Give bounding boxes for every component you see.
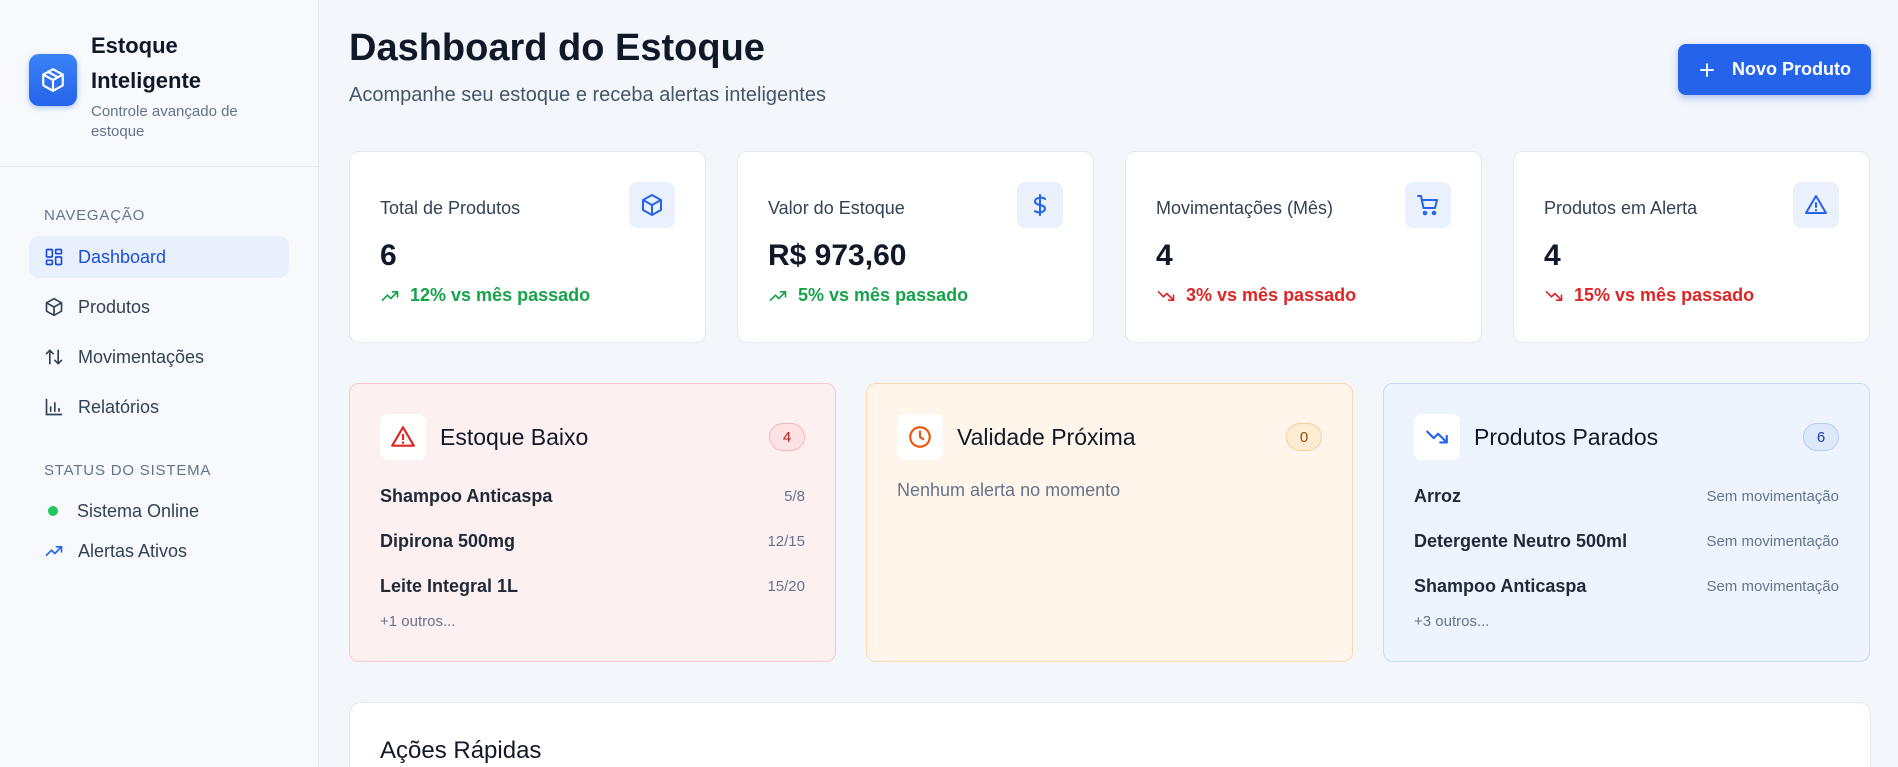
stat-value: R$ 973,60 bbox=[768, 239, 907, 272]
empty-message: Nenhum alerta no momento bbox=[897, 480, 1121, 500]
stat-trend: 5% vs mês passado bbox=[768, 285, 1063, 306]
trending-up-icon bbox=[380, 286, 400, 306]
stat-trend-text: 5% vs mês passado bbox=[798, 285, 969, 305]
stat-value: 6 bbox=[380, 239, 397, 272]
panel-header: Validade Próxima bbox=[897, 414, 1322, 460]
brand-subtitle: Controle avançado de estoque bbox=[91, 103, 238, 140]
sidebar-item-label: Relatórios bbox=[78, 396, 160, 417]
list-item[interactable]: Dipirona 500mg 12/15 bbox=[380, 519, 805, 564]
sidebar-item-label: Movimentações bbox=[78, 346, 205, 367]
stats-row: Total de Produtos 6 12% vs mês passado V… bbox=[349, 151, 1870, 343]
sidebar-item-label: Produtos bbox=[78, 296, 151, 317]
item-meta: 5/8 bbox=[784, 488, 805, 505]
list-item[interactable]: Shampoo Anticaspa Sem movimentação bbox=[1414, 564, 1839, 609]
sidebar-item-dashboard[interactable]: Dashboard bbox=[29, 236, 289, 278]
stat-trend: 15% vs mês passado bbox=[1544, 285, 1839, 306]
item-meta: 12/15 bbox=[767, 533, 805, 550]
page-title: Dashboard do Estoque bbox=[349, 27, 765, 69]
alert-list: Arroz Sem movimentação Detergente Neutro… bbox=[1414, 474, 1839, 630]
stat-trend: 3% vs mês passado bbox=[1156, 285, 1451, 306]
dollar-icon bbox=[1017, 182, 1063, 228]
item-meta: Sem movimentação bbox=[1706, 578, 1839, 595]
panel-header: Estoque Baixo bbox=[380, 414, 805, 460]
status-online: Sistema Online bbox=[29, 491, 289, 531]
more-link[interactable]: +1 outros... bbox=[380, 613, 805, 630]
alert-list: Shampoo Anticaspa 5/8 Dipirona 500mg 12/… bbox=[380, 474, 805, 630]
item-name: Shampoo Anticaspa bbox=[1414, 576, 1587, 596]
stat-card-movements: Movimentações (Mês) 4 3% vs mês passado bbox=[1125, 151, 1482, 343]
cart-icon bbox=[1405, 182, 1451, 228]
list-item[interactable]: Shampoo Anticaspa 5/8 bbox=[380, 474, 805, 519]
stat-trend-text: 3% vs mês passado bbox=[1186, 285, 1357, 305]
item-meta: Sem movimentação bbox=[1706, 533, 1839, 550]
stat-value: 4 bbox=[1544, 239, 1561, 272]
stat-card-stock-value: Valor do Estoque R$ 973,60 5% vs mês pas… bbox=[737, 151, 1094, 343]
status-label: Sistema Online bbox=[77, 500, 200, 521]
brand-logo-icon bbox=[29, 54, 77, 106]
new-product-button[interactable]: Novo Produto bbox=[1678, 44, 1871, 95]
stat-trend-text: 12% vs mês passado bbox=[410, 285, 591, 305]
arrows-up-down-icon bbox=[44, 347, 64, 367]
status-alerts: Alertas Ativos bbox=[29, 531, 289, 571]
item-name: Dipirona 500mg bbox=[380, 531, 516, 551]
nav-section: NAVEGAÇÃO Dashboard Produtos Movimentaçõ… bbox=[0, 207, 318, 571]
more-link[interactable]: +3 outros... bbox=[1414, 613, 1839, 630]
count-badge: 4 bbox=[769, 423, 805, 451]
online-dot-icon bbox=[48, 506, 58, 516]
sidebar: Estoque Inteligente Controle avançado de… bbox=[0, 0, 319, 767]
trending-down-icon bbox=[1414, 414, 1460, 460]
quick-actions-title: Ações Rápidas bbox=[380, 737, 542, 764]
alerts-row: Estoque Baixo 4 Shampoo Anticaspa 5/8 Di… bbox=[349, 383, 1870, 662]
quick-actions-card: Ações Rápidas bbox=[349, 702, 1871, 767]
idle-products-panel: Produtos Parados 6 Arroz Sem movimentaçã… bbox=[1383, 383, 1870, 662]
list-item[interactable]: Leite Integral 1L 15/20 bbox=[380, 564, 805, 609]
panel-title: Produtos Parados bbox=[1474, 423, 1659, 450]
dashboard-icon bbox=[44, 247, 64, 267]
new-product-label: Novo Produto bbox=[1732, 59, 1851, 79]
bar-chart-icon bbox=[44, 397, 64, 417]
item-name: Shampoo Anticaspa bbox=[380, 486, 553, 506]
clock-icon bbox=[897, 414, 943, 460]
trending-up-icon bbox=[768, 286, 788, 306]
alert-triangle-icon bbox=[1793, 182, 1839, 228]
panel-title: Estoque Baixo bbox=[440, 423, 589, 450]
panel-header: Produtos Parados bbox=[1414, 414, 1839, 460]
trending-down-icon bbox=[1544, 286, 1564, 306]
page-subtitle: Acompanhe seu estoque e receba alertas i… bbox=[349, 84, 826, 106]
plus-icon bbox=[1698, 61, 1716, 79]
sidebar-item-label: Dashboard bbox=[78, 246, 167, 267]
status-heading: STATUS DO SISTEMA bbox=[44, 462, 212, 479]
item-meta: 15/20 bbox=[767, 578, 805, 595]
sidebar-item-produtos[interactable]: Produtos bbox=[29, 286, 289, 328]
nav-heading: NAVEGAÇÃO bbox=[44, 207, 146, 224]
item-meta: Sem movimentação bbox=[1706, 488, 1839, 505]
panel-title: Validade Próxima bbox=[957, 423, 1136, 450]
brand-title: Estoque Inteligente bbox=[91, 33, 202, 93]
stat-card-alert-products: Produtos em Alerta 4 15% vs mês passado bbox=[1513, 151, 1870, 343]
package-icon bbox=[629, 182, 675, 228]
alert-triangle-icon bbox=[380, 414, 426, 460]
list-item[interactable]: Arroz Sem movimentação bbox=[1414, 474, 1839, 519]
item-name: Arroz bbox=[1414, 486, 1462, 506]
package-icon bbox=[44, 297, 64, 317]
sidebar-item-relatorios[interactable]: Relatórios bbox=[29, 386, 289, 428]
stat-trend-text: 15% vs mês passado bbox=[1574, 285, 1755, 305]
trending-up-icon bbox=[44, 541, 64, 561]
list-item[interactable]: Detergente Neutro 500ml Sem movimentação bbox=[1414, 519, 1839, 564]
stat-value: 4 bbox=[1156, 239, 1173, 272]
stat-trend: 12% vs mês passado bbox=[380, 285, 675, 306]
status-label: Alertas Ativos bbox=[78, 540, 188, 561]
stat-card-total-products: Total de Produtos 6 12% vs mês passado bbox=[349, 151, 706, 343]
sidebar-item-movimentacoes[interactable]: Movimentações bbox=[29, 336, 289, 378]
trending-down-icon bbox=[1156, 286, 1176, 306]
expiring-panel: Validade Próxima 0 Nenhum alerta no mome… bbox=[866, 383, 1353, 662]
item-name: Leite Integral 1L bbox=[380, 576, 519, 596]
low-stock-panel: Estoque Baixo 4 Shampoo Anticaspa 5/8 Di… bbox=[349, 383, 836, 662]
brand: Estoque Inteligente Controle avançado de… bbox=[0, 0, 318, 167]
item-name: Detergente Neutro 500ml bbox=[1414, 531, 1628, 551]
count-badge: 6 bbox=[1803, 423, 1839, 451]
count-badge: 0 bbox=[1286, 423, 1322, 451]
